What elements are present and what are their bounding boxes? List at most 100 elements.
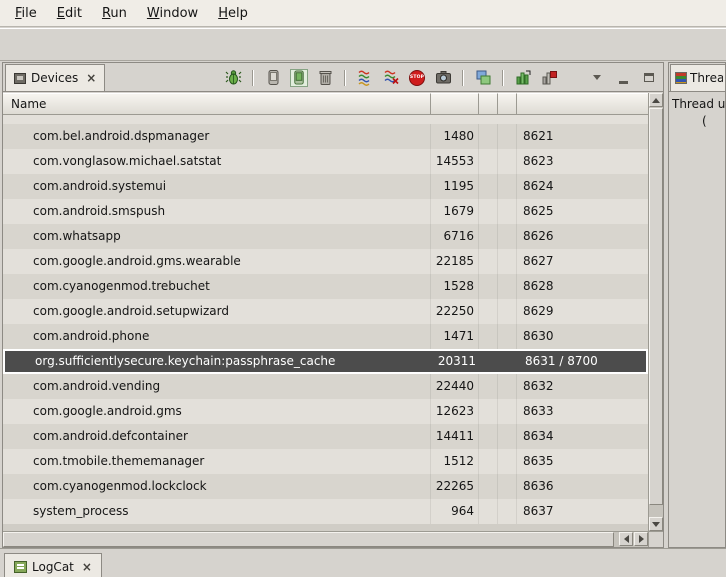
process-name: com.android.phone <box>3 324 431 349</box>
devices-toolbar: STOP <box>224 63 658 92</box>
process-row[interactable]: com.android.phone14718630 <box>3 324 648 349</box>
toolbar-separator <box>252 70 254 86</box>
stop-profiling-icon[interactable] <box>540 69 558 87</box>
process-port: 8631 / 8700 <box>519 351 646 372</box>
update-heap-icon[interactable] <box>264 69 282 87</box>
column-header-port[interactable] <box>517 93 648 115</box>
scrollbar-corner <box>648 531 663 547</box>
process-port: 8621 <box>517 124 648 149</box>
process-port: 8637 <box>517 499 648 524</box>
process-row[interactable]: com.whatsapp67168626 <box>3 224 648 249</box>
cell-blank <box>498 399 517 424</box>
close-icon[interactable]: × <box>86 72 96 84</box>
cell-blank <box>479 249 498 274</box>
tab-threads[interactable]: Threads × <box>670 64 725 91</box>
scroll-down-button[interactable] <box>649 517 663 531</box>
scroll-up-button[interactable] <box>649 93 663 107</box>
process-row[interactable]: com.android.vending224408632 <box>3 374 648 399</box>
view-menu-icon[interactable] <box>588 69 606 87</box>
vertical-scroll-thumb[interactable] <box>649 108 663 505</box>
stop-process-icon[interactable]: STOP <box>408 69 426 87</box>
main-toolbar <box>0 28 726 61</box>
process-pid: 1679 <box>431 199 479 224</box>
toolbar-separator <box>502 70 504 86</box>
logcat-strip: LogCat × <box>0 548 726 577</box>
cell-blank <box>479 399 498 424</box>
process-pid: 22185 <box>431 249 479 274</box>
process-row[interactable]: com.android.systemui11958624 <box>3 174 648 199</box>
menu-window[interactable]: Window <box>137 2 208 25</box>
process-pid: 1471 <box>431 324 479 349</box>
process-port: 8634 <box>517 424 648 449</box>
cause-gc-icon[interactable] <box>316 69 334 87</box>
process-port: 8624 <box>517 174 648 199</box>
cell-blank <box>479 324 498 349</box>
process-name: com.google.android.setupwizard <box>3 299 431 324</box>
close-icon[interactable]: × <box>82 561 92 573</box>
process-port: 8626 <box>517 224 648 249</box>
process-row[interactable]: org.sufficientlysecure.keychain:passphra… <box>3 349 648 374</box>
process-port: 8629 <box>517 299 648 324</box>
scroll-right-button[interactable] <box>634 532 648 546</box>
column-header-pid[interactable] <box>431 93 479 115</box>
cell-blank <box>479 199 498 224</box>
tab-threads-label: Threads <box>690 71 723 85</box>
process-row[interactable]: com.cyanogenmod.lockclock222658636 <box>3 474 648 499</box>
process-pid: 22440 <box>431 374 479 399</box>
minimize-icon[interactable] <box>614 69 632 87</box>
tab-devices[interactable]: Devices × <box>5 64 105 91</box>
cell-blank <box>481 351 500 372</box>
menu-run[interactable]: Run <box>92 2 137 25</box>
process-row[interactable]: com.bel.android.dspmanager14808621 <box>3 124 648 149</box>
column-header-name[interactable]: Name <box>3 93 431 115</box>
tab-logcat[interactable]: LogCat × <box>4 553 102 577</box>
process-row[interactable]: com.android.smspush16798625 <box>3 199 648 224</box>
screen-capture-icon[interactable] <box>434 69 452 87</box>
maximize-icon[interactable] <box>640 69 658 87</box>
dump-hprof-icon[interactable] <box>290 69 308 87</box>
process-name: com.android.smspush <box>3 199 431 224</box>
cell-blank <box>500 351 519 372</box>
cell-blank <box>498 149 517 174</box>
process-row[interactable]: com.google.android.setupwizard222508629 <box>3 299 648 324</box>
cell-blank <box>479 499 498 524</box>
process-pid: 1195 <box>431 174 479 199</box>
cell-blank <box>479 274 498 299</box>
process-name: system_process <box>3 499 431 524</box>
update-threads-icon[interactable] <box>356 69 374 87</box>
process-port: 8623 <box>517 149 648 174</box>
view-hierarchy-icon[interactable] <box>474 69 492 87</box>
process-row[interactable]: com.android.defcontainer144118634 <box>3 424 648 449</box>
column-header-blank[interactable] <box>498 93 517 115</box>
stop-sign-label: STOP <box>410 75 424 80</box>
debug-process-icon[interactable] <box>224 69 242 87</box>
horizontal-scrollbar[interactable] <box>3 531 648 547</box>
process-name: com.google.android.gms.wearable <box>3 249 431 274</box>
devices-view: Devices × <box>2 62 664 548</box>
process-row[interactable]: com.google.android.gms126238633 <box>3 399 648 424</box>
menu-edit[interactable]: Edit <box>47 2 92 25</box>
cell-blank <box>498 424 517 449</box>
cell-blank <box>498 474 517 499</box>
process-row[interactable]: com.vonglasow.michael.satstat145538623 <box>3 149 648 174</box>
process-port: 8628 <box>517 274 648 299</box>
column-header-blank[interactable] <box>479 93 498 115</box>
cell-blank <box>498 224 517 249</box>
cell-blank <box>498 374 517 399</box>
cell-blank <box>498 199 517 224</box>
process-row[interactable]: system_process964 8637 <box>3 499 648 524</box>
refresh-threads-icon[interactable] <box>382 69 400 87</box>
process-table: Name com.bel.android.dspmanager14808621c… <box>3 93 663 547</box>
process-port: 8632 <box>517 374 648 399</box>
process-pid: 964 <box>431 499 479 524</box>
process-name: com.android.defcontainer <box>3 424 431 449</box>
process-row[interactable]: com.tmobile.thememanager15128635 <box>3 449 648 474</box>
process-row[interactable]: com.google.android.gms.wearable221858627 <box>3 249 648 274</box>
scroll-left-button[interactable] <box>619 532 633 546</box>
process-row[interactable]: com.cyanogenmod.trebuchet15288628 <box>3 274 648 299</box>
vertical-scrollbar[interactable] <box>648 93 663 531</box>
start-profiling-icon[interactable] <box>514 69 532 87</box>
horizontal-scroll-thumb[interactable] <box>3 532 614 547</box>
menu-file[interactable]: File <box>5 2 47 25</box>
menu-help[interactable]: Help <box>208 2 258 25</box>
